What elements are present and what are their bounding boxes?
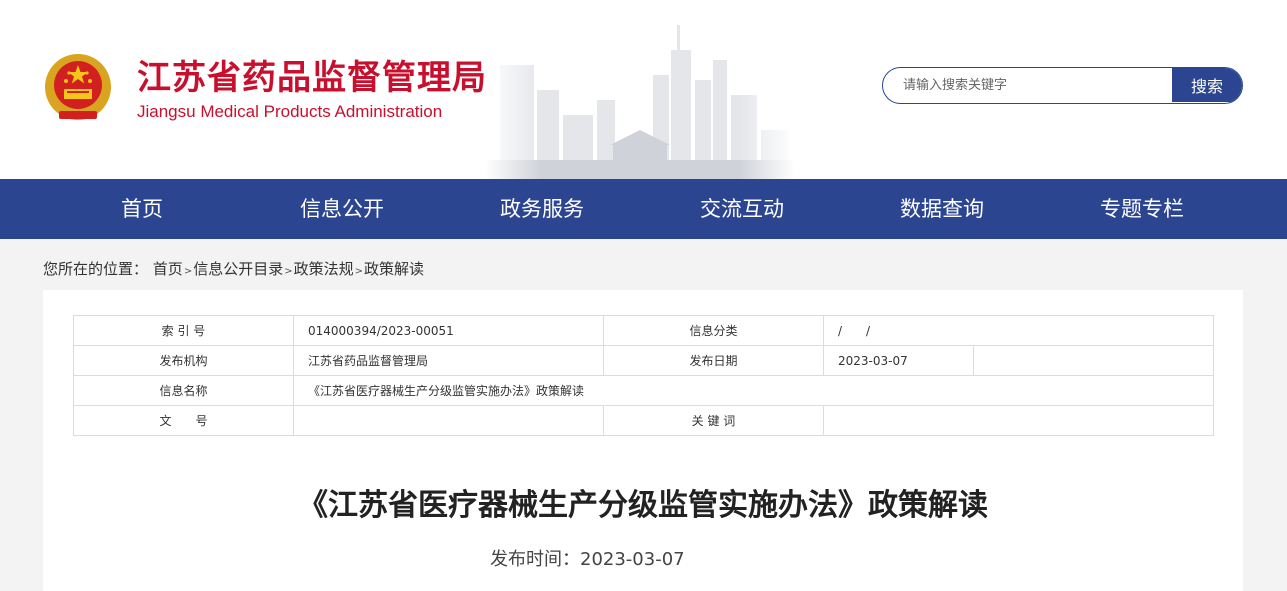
index-value: 014000394/2023-00051 <box>293 315 604 346</box>
publisher-label: 发布机构 <box>73 345 294 376</box>
nav-item-info-public[interactable]: 信息公开 <box>242 179 442 239</box>
main-content: 索 引 号 014000394/2023-00051 信息分类 / / 发布机构… <box>43 290 1243 591</box>
breadcrumb-separator: > <box>284 266 293 277</box>
search-input[interactable] <box>883 68 1173 102</box>
site-header: 江苏省药品监督管理局 Jiangsu Medical Products Admi… <box>0 0 1287 179</box>
article-title: 《江苏省医疗器械生产分级监管实施办法》政策解读 <box>298 488 988 523</box>
search-box: 搜索 <box>882 67 1243 104</box>
docno-label: 文 号 <box>73 405 294 436</box>
publish-time: 发布时间：2023-03-07 <box>490 549 685 570</box>
table-row: 索 引 号 014000394/2023-00051 信息分类 / / <box>73 315 1214 346</box>
name-label: 信息名称 <box>73 375 294 406</box>
breadcrumb-item-catalog[interactable]: 信息公开目录 <box>193 260 283 278</box>
site-title: 江苏省药品监督管理局 <box>137 58 487 98</box>
breadcrumb-item-regulations[interactable]: 政策法规 <box>294 260 354 278</box>
main-nav: 首页 信息公开 政务服务 交流互动 数据查询 专题专栏 <box>0 179 1287 239</box>
breadcrumb-prefix: 您所在的位置： <box>43 260 149 278</box>
keywords-label: 关 键 词 <box>603 405 824 436</box>
nav-item-interaction[interactable]: 交流互动 <box>642 179 842 239</box>
nav-item-services[interactable]: 政务服务 <box>442 179 642 239</box>
breadcrumb: 您所在的位置： 首页>信息公开目录>政策法规>政策解读 <box>43 259 424 282</box>
breadcrumb-item-interpretation[interactable]: 政策解读 <box>364 260 424 278</box>
date-label: 发布日期 <box>603 345 824 376</box>
name-value: 《江苏省医疗器械生产分级监管实施办法》政策解读 <box>293 375 1214 406</box>
date-value: 2023-03-07 <box>823 345 974 376</box>
category-label: 信息分类 <box>603 315 824 346</box>
search-button[interactable]: 搜索 <box>1172 68 1242 102</box>
nav-item-home[interactable]: 首页 <box>42 179 242 239</box>
city-skyline-image <box>485 20 795 179</box>
breadcrumb-separator: > <box>354 266 364 277</box>
nav-item-data-query[interactable]: 数据查询 <box>842 179 1042 239</box>
keywords-value <box>823 405 1214 436</box>
breadcrumb-item-home[interactable]: 首页 <box>153 260 183 278</box>
table-row: 文 号 关 键 词 <box>73 405 1214 436</box>
table-row: 发布机构 江苏省药品监督管理局 发布日期 2023-03-07 <box>73 345 1214 376</box>
site-subtitle: Jiangsu Medical Products Administration <box>137 102 443 121</box>
category-value: / / <box>823 315 1214 346</box>
empty-cell <box>973 345 1214 376</box>
publisher-value: 江苏省药品监督管理局 <box>293 345 604 376</box>
national-emblem-icon <box>45 54 111 120</box>
table-row: 信息名称 《江苏省医疗器械生产分级监管实施办法》政策解读 <box>73 375 1214 406</box>
index-label: 索 引 号 <box>73 315 294 346</box>
info-table: 索 引 号 014000394/2023-00051 信息分类 / / 发布机构… <box>73 315 1214 436</box>
nav-item-special-topics[interactable]: 专题专栏 <box>1042 179 1242 239</box>
docno-value <box>293 405 604 436</box>
breadcrumb-separator: > <box>183 266 193 277</box>
